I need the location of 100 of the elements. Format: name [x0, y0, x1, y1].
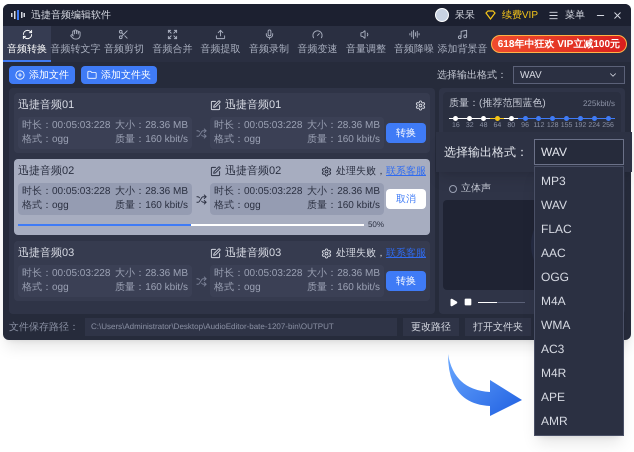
info-text: 大小：28.36 MB	[307, 185, 380, 199]
dropdown-option[interactable]: M4R	[535, 361, 623, 385]
tab[interactable]: 音频转换	[3, 26, 52, 62]
refresh-icon	[22, 29, 33, 40]
info-text: 时长：00:05:03:228	[22, 185, 110, 199]
task-card[interactable]: 迅捷音频01 迅捷音频01 时长：00:05:03:228 大小：28.36 MB 格式：ogg 质量：160 kbit/s 时长：00:05:03:228 大小：28.36 MB 格式：ogg 质量：160 kbit/s 转换	[14, 93, 430, 153]
info-text: 格式：ogg	[214, 199, 262, 213]
close-icon[interactable]	[612, 10, 623, 20]
settings-icon[interactable]	[321, 166, 332, 177]
avatar[interactable]	[434, 8, 449, 22]
tab[interactable]: 音频录制	[244, 26, 294, 62]
dropdown-option[interactable]: FLAC	[535, 217, 623, 241]
file-name: 迅捷音频01	[18, 98, 76, 113]
info-text: 大小：28.36 MB	[115, 267, 188, 281]
microphone-icon	[264, 29, 275, 40]
music-note-icon	[457, 29, 468, 40]
path-button[interactable]: 更改路径	[403, 318, 459, 336]
dropdown-option[interactable]: APE	[535, 385, 623, 409]
tab[interactable]: 音频提取	[196, 26, 245, 62]
progress-reading: 50%	[368, 219, 384, 231]
speaker-icon	[360, 29, 372, 40]
info-text: 时长：00:05:03:228	[22, 267, 110, 281]
task-button[interactable]: 转换	[386, 123, 426, 143]
output-name: 迅捷音频03	[225, 246, 282, 261]
shuffle-icon	[196, 194, 206, 204]
info-text: 大小：28.36 MB	[115, 119, 188, 133]
radio-button[interactable]	[449, 184, 457, 192]
stop-icon[interactable]	[464, 298, 472, 306]
info-text: 大小：28.36 MB	[115, 185, 188, 199]
status-text: 处理失败，联系客服	[336, 246, 426, 261]
dropdown-option[interactable]: WMA	[535, 313, 623, 337]
window-title: 迅捷音频编辑软件	[31, 8, 111, 22]
info-text: 大小：28.36 MB	[307, 267, 380, 281]
info-text: 格式：ogg	[22, 199, 70, 213]
tab[interactable]: 音频合并	[148, 26, 196, 62]
popup-label: 选择输出格式：	[444, 144, 528, 161]
info-text: 时长：00:05:03:228	[22, 119, 110, 133]
play-icon[interactable]	[449, 298, 458, 306]
info-text: 时长：00:05:03:228	[214, 119, 302, 133]
add-icon	[15, 70, 25, 80]
dropdown-option[interactable]: MP3	[535, 169, 623, 193]
menu-icon[interactable]	[548, 10, 559, 20]
tab[interactable]: 添加背景音	[438, 26, 487, 62]
diamond-icon	[484, 10, 496, 20]
save-path-field[interactable]: C:\Users\Administrator\Desktop\AudioEditor-bate-1207-bin\OUTPUT	[85, 318, 397, 336]
output-name: 迅捷音频01	[225, 98, 282, 113]
tab[interactable]: 音频变速	[293, 26, 342, 62]
info-text: 格式：ogg	[214, 133, 262, 147]
shuffle-icon	[196, 276, 206, 286]
dropdown-option[interactable]: M4A	[535, 289, 623, 313]
info-text: 质量：160 kbit/s	[307, 133, 380, 147]
dropdown-option[interactable]: AAC	[535, 241, 623, 265]
dropdown-option[interactable]: WAV	[535, 193, 623, 217]
hand-icon	[70, 29, 82, 40]
info-text: 格式：ogg	[22, 281, 70, 295]
info-text: 质量：160 kbit/s	[307, 281, 380, 295]
user-name: 呆呆	[454, 8, 475, 22]
menu-label[interactable]: 菜单	[565, 8, 585, 22]
dropdown-option[interactable]: OGG	[535, 265, 623, 289]
output-name: 迅捷音频02	[225, 164, 282, 179]
file-name: 迅捷音频02	[18, 164, 76, 179]
path-button[interactable]: 打开文件夹	[465, 318, 531, 336]
format-label: 选择输出格式：	[437, 68, 507, 82]
quality-label: 质量：(推荐范围蓝色)	[449, 96, 546, 111]
info-text: 质量：160 kbit/s	[115, 133, 188, 147]
info-text: 时长：00:05:03:228	[214, 267, 302, 281]
tab[interactable]: 音频转文字	[51, 26, 100, 62]
sound-bars-icon	[11, 10, 25, 20]
quality-reading: 225kbit/s	[582, 98, 615, 110]
edit-icon[interactable]	[210, 166, 221, 177]
info-text: 格式：ogg	[214, 281, 262, 295]
dropdown-option[interactable]: AC3	[535, 337, 623, 361]
file-name: 迅捷音频03	[18, 246, 76, 261]
upload-icon	[215, 29, 226, 40]
toolbar-button[interactable]: 添加文件	[9, 66, 75, 84]
tab[interactable]: 音频剪切	[100, 26, 148, 62]
radio-label: 立体声	[461, 182, 491, 196]
task-card[interactable]: 迅捷音频02 迅捷音频02 处理失败，联系客服 时长：00:05:03:228 大小：28.36 MB 格式：ogg 质量：160 kbit/s 时长：00:05:03:228 大小：28.36 MB 格式：ogg 质量：160 kbit/s 取消 50%	[14, 159, 430, 235]
task-card[interactable]: 迅捷音频03 迅捷音频03 处理失败，联系客服 时长：00:05:03:228 大小：28.36 MB 格式：ogg 质量：160 kbit/s 时长：00:05:03:228 大小：28.36 MB 格式：ogg 质量：160 kbit/s 转换	[14, 241, 430, 301]
tab[interactable]: 音量调整	[342, 26, 390, 62]
tab[interactable]: 音频降噪	[390, 26, 438, 62]
info-text: 格式：ogg	[22, 133, 70, 147]
expand-icon	[166, 29, 178, 40]
folder-icon	[87, 70, 97, 80]
status-text: 处理失败，联系客服	[336, 164, 426, 179]
info-text: 大小：28.36 MB	[307, 119, 380, 133]
gauge-icon	[312, 29, 323, 40]
dropdown-option[interactable]: AMR	[535, 409, 623, 433]
save-path-label: 文件保存路径：	[9, 320, 79, 334]
info-text: 质量：160 kbit/s	[115, 281, 188, 295]
shuffle-icon	[196, 128, 206, 138]
popup-select[interactable]: WAV	[534, 139, 624, 165]
task-button[interactable]: 转换	[386, 271, 426, 291]
promo-button[interactable]: 618年中狂欢 VIP立减100元	[490, 35, 628, 53]
toolbar-button[interactable]: 添加文件夹	[81, 66, 157, 84]
info-text: 质量：160 kbit/s	[115, 199, 188, 213]
vip-link[interactable]: 续费VIP	[502, 8, 538, 22]
task-button[interactable]: 取消	[386, 189, 426, 209]
scissors-icon	[118, 29, 130, 40]
format-select[interactable]: WAV	[513, 66, 625, 84]
